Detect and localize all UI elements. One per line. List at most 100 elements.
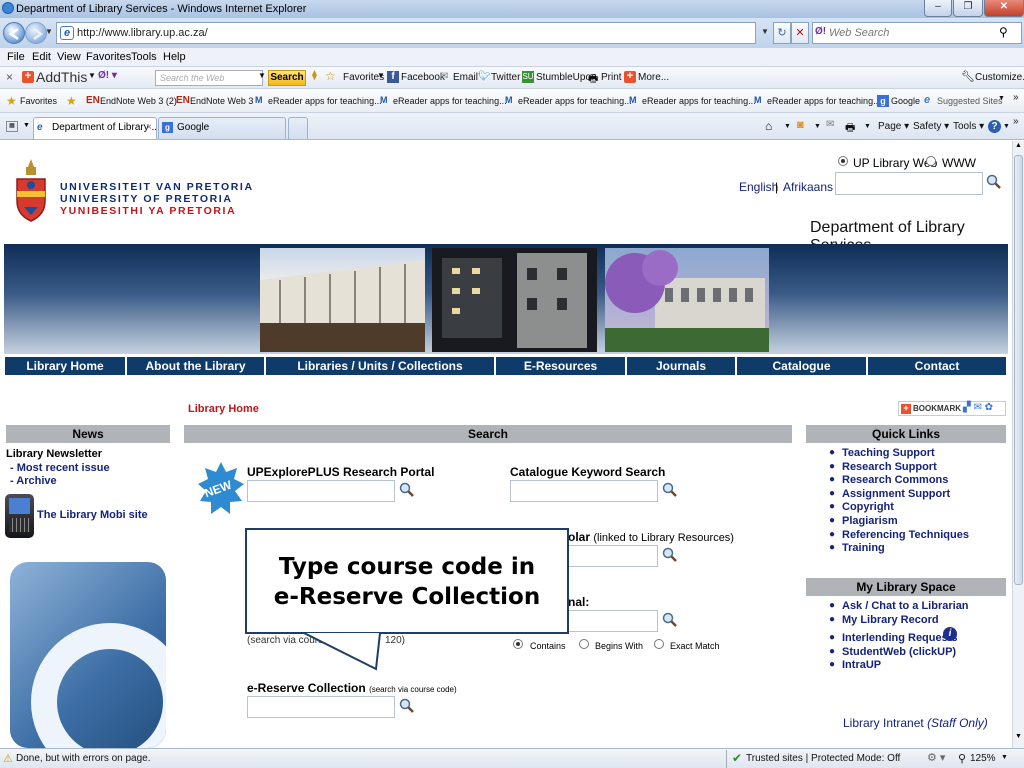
address-dropdown-icon[interactable]: ▼ [758,22,772,44]
quick-link-copyright[interactable]: Copyright [842,501,894,513]
address-bar[interactable]: e http://www.library.up.ac.za/ [56,22,756,44]
zoom-dropdown-icon[interactable]: ▼ [1001,754,1008,761]
tb-customize[interactable]: Customize... [975,72,1024,83]
quick-link-research-support[interactable]: Research Support [842,461,937,473]
highlight-icon[interactable]: ⧫ [312,70,317,81]
link-my-library-record[interactable]: My Library Record [842,614,939,626]
nav-e-resources[interactable]: E-Resources [496,357,626,375]
tb-email[interactable]: Email [453,72,478,83]
scroll-down-icon[interactable]: ▼ [1015,733,1022,740]
stop-icon[interactable]: ✕ [791,22,809,44]
ereserve-input[interactable] [247,696,395,718]
search-icon[interactable]: ⚲ [999,25,1008,39]
radio-www[interactable] [926,156,936,166]
menu-tools[interactable]: Tools [131,51,157,63]
site-search-input[interactable] [835,172,983,195]
favorites-dropdown-icon[interactable]: ▼ [377,71,385,80]
minimize-button[interactable]: – [924,0,952,17]
tab-list-dropdown-icon[interactable]: ▼ [23,122,30,129]
scholar-search-icon[interactable] [662,547,678,563]
menu-favorites[interactable]: Favorites [86,51,131,63]
menu-view[interactable]: View [57,51,81,63]
catalogue-keyword-input[interactable] [510,480,658,502]
tb-more[interactable]: More... [638,72,669,83]
search-dropdown-icon[interactable]: ▼ [258,71,266,80]
link-intraup[interactable]: IntraUP [842,659,881,671]
warning-icon[interactable]: ⚠ [3,752,13,765]
safety-menu[interactable]: Safety ▾ [913,121,949,132]
forward-button[interactable] [25,22,47,44]
nav-journals[interactable]: Journals [627,357,736,375]
print-icon[interactable]: 🖶︎ [845,119,855,138]
info-icon[interactable]: i [943,626,957,641]
fav-endnote[interactable]: EndNote Web 3 [190,96,253,106]
close-toolbar-icon[interactable]: × [6,70,13,84]
tools-menu[interactable]: Tools ▾ [953,121,984,132]
breadcrumb[interactable]: Library Home [188,403,259,415]
fav-ereader-4[interactable]: eReader apps for teaching... [642,96,756,106]
journal-search-icon[interactable] [662,612,678,628]
bookmark-widget[interactable]: + BOOKMARK ▞ ✉ ✿ [898,401,1006,416]
yahoo-toolbar-icon[interactable]: Ø! ▾ [98,70,117,81]
feeds-icon[interactable]: ◙ [797,119,804,131]
fav-google[interactable]: Google [891,96,920,106]
help-icon[interactable]: ? [988,120,1001,133]
fav-ereader-2[interactable]: eReader apps for teaching... [393,96,507,106]
link-interlending[interactable]: Interlending Requests [842,632,958,644]
ereserve-search-icon[interactable] [399,698,415,714]
tb-facebook[interactable]: Facebook [401,72,445,83]
lang-english-link[interactable]: English [739,180,778,194]
add-favorite-icon[interactable]: ★ [66,94,77,108]
quick-link-research-commons[interactable]: Research Commons [842,474,948,486]
link-studentweb[interactable]: StudentWeb (clickUP) [842,646,956,658]
radio-contains[interactable] [513,639,523,649]
zoom-level[interactable]: 125% [970,753,996,764]
scroll-up-icon[interactable]: ▲ [1015,142,1022,149]
security-zone[interactable]: Trusted sites | Protected Mode: Off [746,753,900,764]
fav-ereader-1[interactable]: eReader apps for teaching... [268,96,382,106]
back-button[interactable] [3,22,25,44]
nav-libraries-units[interactable]: Libraries / Units / Collections [266,357,495,375]
toolbar-search-button[interactable]: Search [268,70,306,86]
intranet-link[interactable]: Library Intranet (Staff Only) [843,716,988,730]
news-most-recent-link[interactable]: - Most recent issue [10,462,110,474]
feeds-dropdown-icon[interactable]: ▼ [814,123,821,130]
recent-pages-icon[interactable]: ▼ [45,27,53,36]
fav-ereader-5[interactable]: eReader apps for teaching... [767,96,881,106]
print-dropdown-icon[interactable]: ▼ [864,123,871,130]
radio-exact-match[interactable] [654,639,664,649]
tab-google[interactable]: g Google [158,117,286,139]
toolbar-search-input[interactable]: Search the Web [155,70,263,86]
suggested-dropdown-icon[interactable]: ▼ [998,95,1005,102]
quick-link-teaching-support[interactable]: Teaching Support [842,447,935,459]
tab-department[interactable]: e Department of Library ... × [33,117,157,139]
quick-link-assignment-support[interactable]: Assignment Support [842,488,950,500]
tb-print[interactable]: Print [601,72,622,83]
upexplore-input[interactable] [247,480,395,502]
news-archive-link[interactable]: - Archive [10,475,57,487]
scroll-thumb[interactable] [1014,155,1023,585]
quick-link-training[interactable]: Training [842,542,885,554]
vertical-scrollbar[interactable]: ▲ ▼ [1012,141,1024,748]
close-tab-icon[interactable]: × [146,118,152,138]
quick-tabs-icon[interactable]: ▦ [6,121,18,132]
nav-contact[interactable]: Contact [868,357,1006,375]
menu-edit[interactable]: Edit [32,51,51,63]
help-dropdown-icon[interactable]: ▼ [1003,123,1010,130]
maximize-button[interactable]: ❐ [953,0,983,17]
mobi-site-link[interactable]: The Library Mobi site [37,509,148,521]
web-search-box[interactable]: Ø! Web Search ⚲ [812,22,1022,44]
home-icon[interactable]: ⌂ [765,119,772,133]
fav-suggested-sites[interactable]: Suggested Sites [937,96,1003,106]
radio-begins-with[interactable] [579,639,589,649]
more-commands-icon[interactable]: » [1013,116,1019,127]
tb-twitter[interactable]: Twitter [491,72,520,83]
addthis-label[interactable]: AddThis [36,69,87,85]
close-button[interactable]: ✕ [984,0,1024,17]
nav-about-library[interactable]: About the Library [127,357,265,375]
addons-icon[interactable]: ⚙ ▾ [927,751,945,764]
catalogue-search-icon[interactable] [662,482,678,498]
read-mail-icon[interactable]: ✉ [826,119,834,130]
favorites-button[interactable]: Favorites [20,96,57,106]
lang-afrikaans-link[interactable]: Afrikaans [783,180,833,194]
